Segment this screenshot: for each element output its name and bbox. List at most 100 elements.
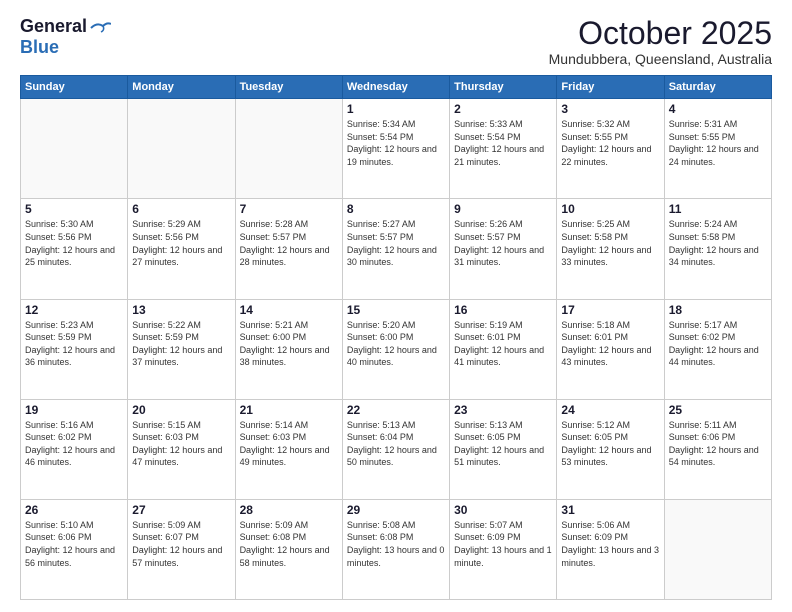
col-tuesday: Tuesday (235, 76, 342, 99)
day-number: 17 (561, 303, 659, 317)
calendar-cell: 2Sunrise: 5:33 AM Sunset: 5:54 PM Daylig… (450, 99, 557, 199)
calendar-cell (128, 99, 235, 199)
month-title: October 2025 (549, 16, 772, 51)
calendar-header-row: Sunday Monday Tuesday Wednesday Thursday… (21, 76, 772, 99)
day-number: 10 (561, 202, 659, 216)
cell-info: Sunrise: 5:10 AM Sunset: 6:06 PM Dayligh… (25, 519, 123, 569)
cell-info: Sunrise: 5:07 AM Sunset: 6:09 PM Dayligh… (454, 519, 552, 569)
day-number: 14 (240, 303, 338, 317)
calendar-cell: 12 Sunrise: 5:23 AM Sunset: 5:59 PM Dayli… (21, 299, 128, 399)
calendar-cell: 7 Sunrise: 5:28 AM Sunset: 5:57 PM Daylig… (235, 199, 342, 299)
calendar-cell: 16Sunrise: 5:19 AM Sunset: 6:01 PM Dayli… (450, 299, 557, 399)
calendar-cell: 8 Sunrise: 5:27 AM Sunset: 5:57 PM Daylig… (342, 199, 449, 299)
cell-info: Sunrise: 5:34 AM Sunset: 5:54 PM Dayligh… (347, 118, 445, 168)
cell-info: Sunrise: 5:18 AM Sunset: 6:01 PM Dayligh… (561, 319, 659, 369)
calendar-cell: 28Sunrise: 5:09 AM Sunset: 6:08 PM Dayli… (235, 499, 342, 599)
calendar-cell: 5Sunrise: 5:30 AM Sunset: 5:56 PM Daylig… (21, 199, 128, 299)
calendar-cell: 31 Sunrise: 5:06 AM Sunset: 6:09 PM Dayli… (557, 499, 664, 599)
day-number: 27 (132, 503, 230, 517)
day-number: 12 (25, 303, 123, 317)
day-number: 7 (240, 202, 338, 216)
calendar-cell: 30 Sunrise: 5:07 AM Sunset: 6:09 PM Dayli… (450, 499, 557, 599)
cell-info: Sunrise: 5:12 AM Sunset: 6:05 PM Dayligh… (561, 419, 659, 469)
title-block: October 2025 Mundubbera, Queensland, Aus… (549, 16, 772, 67)
day-number: 1 (347, 102, 445, 116)
cell-info: Sunrise: 5:24 AM Sunset: 5:58 PM Dayligh… (669, 218, 767, 268)
cell-info: Sunrise: 5:32 AM Sunset: 5:55 PM Dayligh… (561, 118, 659, 168)
cell-info: Sunrise: 5:31 AM Sunset: 5:55 PM Dayligh… (669, 118, 767, 168)
cell-info: Sunrise: 5:28 AM Sunset: 5:57 PM Dayligh… (240, 218, 338, 268)
cell-info: Sunrise: 5:06 AM Sunset: 6:09 PM Dayligh… (561, 519, 659, 569)
calendar-cell: 21 Sunrise: 5:14 AM Sunset: 6:03 PM Dayli… (235, 399, 342, 499)
day-number: 26 (25, 503, 123, 517)
logo-general: General (20, 16, 87, 37)
calendar-cell: 18Sunrise: 5:17 AM Sunset: 6:02 PM Dayli… (664, 299, 771, 399)
calendar-cell: 1 Sunrise: 5:34 AM Sunset: 5:54 PM Daylig… (342, 99, 449, 199)
calendar-cell: 13 Sunrise: 5:22 AM Sunset: 5:59 PM Dayli… (128, 299, 235, 399)
day-number: 29 (347, 503, 445, 517)
calendar-cell: 10Sunrise: 5:25 AM Sunset: 5:58 PM Dayli… (557, 199, 664, 299)
cell-info: Sunrise: 5:14 AM Sunset: 6:03 PM Dayligh… (240, 419, 338, 469)
week-row-1: 1 Sunrise: 5:34 AM Sunset: 5:54 PM Daylig… (21, 99, 772, 199)
cell-info: Sunrise: 5:22 AM Sunset: 5:59 PM Dayligh… (132, 319, 230, 369)
col-monday: Monday (128, 76, 235, 99)
calendar-cell: 19 Sunrise: 5:16 AM Sunset: 6:02 PM Dayli… (21, 399, 128, 499)
logo: General Blue (20, 16, 111, 58)
calendar-cell: 11Sunrise: 5:24 AM Sunset: 5:58 PM Dayli… (664, 199, 771, 299)
cell-info: Sunrise: 5:29 AM Sunset: 5:56 PM Dayligh… (132, 218, 230, 268)
week-row-2: 5Sunrise: 5:30 AM Sunset: 5:56 PM Daylig… (21, 199, 772, 299)
day-number: 8 (347, 202, 445, 216)
calendar-cell: 3Sunrise: 5:32 AM Sunset: 5:55 PM Daylig… (557, 99, 664, 199)
day-number: 16 (454, 303, 552, 317)
calendar-cell: 26 Sunrise: 5:10 AM Sunset: 6:06 PM Dayli… (21, 499, 128, 599)
cell-info: Sunrise: 5:09 AM Sunset: 6:08 PM Dayligh… (240, 519, 338, 569)
calendar-cell: 14Sunrise: 5:21 AM Sunset: 6:00 PM Dayli… (235, 299, 342, 399)
calendar-cell: 27 Sunrise: 5:09 AM Sunset: 6:07 PM Dayli… (128, 499, 235, 599)
day-number: 6 (132, 202, 230, 216)
logo-blue: Blue (20, 37, 59, 57)
col-friday: Friday (557, 76, 664, 99)
day-number: 20 (132, 403, 230, 417)
calendar-cell (664, 499, 771, 599)
calendar-cell: 23 Sunrise: 5:13 AM Sunset: 6:05 PM Dayli… (450, 399, 557, 499)
location-subtitle: Mundubbera, Queensland, Australia (549, 51, 772, 67)
cell-info: Sunrise: 5:13 AM Sunset: 6:04 PM Dayligh… (347, 419, 445, 469)
week-row-5: 26 Sunrise: 5:10 AM Sunset: 6:06 PM Dayli… (21, 499, 772, 599)
day-number: 30 (454, 503, 552, 517)
day-number: 25 (669, 403, 767, 417)
cell-info: Sunrise: 5:20 AM Sunset: 6:00 PM Dayligh… (347, 319, 445, 369)
week-row-4: 19 Sunrise: 5:16 AM Sunset: 6:02 PM Dayli… (21, 399, 772, 499)
cell-info: Sunrise: 5:11 AM Sunset: 6:06 PM Dayligh… (669, 419, 767, 469)
day-number: 21 (240, 403, 338, 417)
col-saturday: Saturday (664, 76, 771, 99)
cell-info: Sunrise: 5:27 AM Sunset: 5:57 PM Dayligh… (347, 218, 445, 268)
calendar-cell (235, 99, 342, 199)
calendar-cell: 4 Sunrise: 5:31 AM Sunset: 5:55 PM Daylig… (664, 99, 771, 199)
cell-info: Sunrise: 5:13 AM Sunset: 6:05 PM Dayligh… (454, 419, 552, 469)
cell-info: Sunrise: 5:16 AM Sunset: 6:02 PM Dayligh… (25, 419, 123, 469)
cell-info: Sunrise: 5:09 AM Sunset: 6:07 PM Dayligh… (132, 519, 230, 569)
calendar-cell: 20 Sunrise: 5:15 AM Sunset: 6:03 PM Dayli… (128, 399, 235, 499)
calendar-cell: 15Sunrise: 5:20 AM Sunset: 6:00 PM Dayli… (342, 299, 449, 399)
logo-bird-icon (89, 20, 111, 36)
col-sunday: Sunday (21, 76, 128, 99)
day-number: 13 (132, 303, 230, 317)
day-number: 2 (454, 102, 552, 116)
calendar-cell: 24Sunrise: 5:12 AM Sunset: 6:05 PM Dayli… (557, 399, 664, 499)
day-number: 31 (561, 503, 659, 517)
day-number: 19 (25, 403, 123, 417)
day-number: 9 (454, 202, 552, 216)
calendar-table: Sunday Monday Tuesday Wednesday Thursday… (20, 75, 772, 600)
header: General Blue October 2025 Mundubbera, Qu… (20, 16, 772, 67)
col-thursday: Thursday (450, 76, 557, 99)
day-number: 4 (669, 102, 767, 116)
week-row-3: 12 Sunrise: 5:23 AM Sunset: 5:59 PM Dayli… (21, 299, 772, 399)
cell-info: Sunrise: 5:26 AM Sunset: 5:57 PM Dayligh… (454, 218, 552, 268)
cell-info: Sunrise: 5:08 AM Sunset: 6:08 PM Dayligh… (347, 519, 445, 569)
calendar-cell: 6 Sunrise: 5:29 AM Sunset: 5:56 PM Daylig… (128, 199, 235, 299)
day-number: 23 (454, 403, 552, 417)
cell-info: Sunrise: 5:15 AM Sunset: 6:03 PM Dayligh… (132, 419, 230, 469)
cell-info: Sunrise: 5:23 AM Sunset: 5:59 PM Dayligh… (25, 319, 123, 369)
calendar-cell: 9 Sunrise: 5:26 AM Sunset: 5:57 PM Daylig… (450, 199, 557, 299)
calendar-cell (21, 99, 128, 199)
